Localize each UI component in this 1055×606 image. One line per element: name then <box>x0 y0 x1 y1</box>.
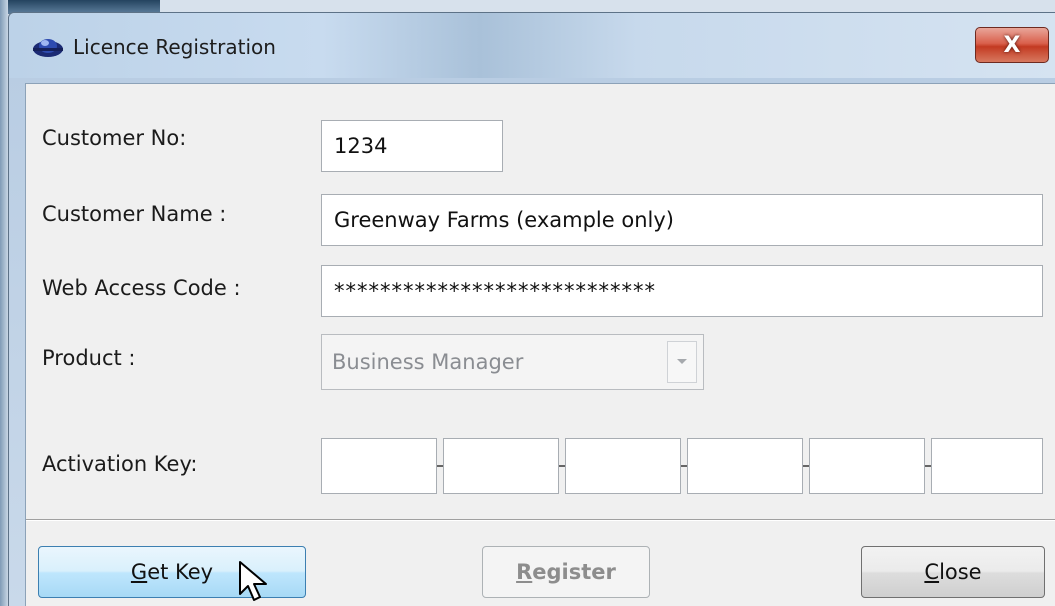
product-selected-value: Business Manager <box>332 350 524 374</box>
licence-app-icon <box>31 35 65 59</box>
web-access-code-value: **************************** <box>334 279 656 303</box>
activation-key-segment-2[interactable] <box>443 438 559 494</box>
activation-key-segment-1[interactable] <box>321 438 437 494</box>
dialog-client-area: Customer No: 1234 Customer Name : Greenw… <box>25 83 1055 606</box>
customer-name-field[interactable]: Greenway Farms (example only) <box>321 194 1043 246</box>
activation-key-segment-5[interactable] <box>809 438 925 494</box>
activation-key-segment-4[interactable] <box>687 438 803 494</box>
activation-key-segment-3[interactable] <box>565 438 681 494</box>
customer-no-label: Customer No: <box>42 126 187 150</box>
get-key-label: et Key <box>147 560 214 584</box>
product-dropdown[interactable]: Business Manager <box>321 334 704 390</box>
close-button[interactable]: Close <box>861 546 1045 598</box>
register-button[interactable]: Register <box>482 546 650 598</box>
customer-name-value: Greenway Farms (example only) <box>334 208 674 232</box>
window-title: Licence Registration <box>73 35 276 59</box>
close-window-button[interactable]: X <box>975 27 1049 63</box>
web-access-code-label: Web Access Code : <box>42 276 241 300</box>
close-icon: X <box>1003 32 1021 58</box>
register-label: egister <box>532 560 616 584</box>
customer-no-value: 1234 <box>334 134 388 158</box>
activation-key-label: Activation Key: <box>42 452 198 476</box>
customer-name-label: Customer Name : <box>42 202 227 226</box>
title-bar[interactable]: Licence Registration X <box>9 13 1055 78</box>
customer-no-field[interactable]: 1234 <box>321 120 503 172</box>
chevron-down-icon[interactable] <box>667 341 697 383</box>
licence-registration-window: Licence Registration X Customer No: 1234… <box>8 12 1055 606</box>
desktop-edge <box>0 0 8 606</box>
activation-key-segment-6[interactable] <box>931 438 1043 494</box>
close-accelerator: C <box>924 560 940 584</box>
product-label: Product : <box>42 346 136 370</box>
register-accelerator: R <box>516 560 533 584</box>
mouse-pointer-icon <box>239 561 267 601</box>
get-key-accelerator: G <box>130 560 148 584</box>
divider <box>26 519 1055 521</box>
web-access-code-field[interactable]: **************************** <box>321 265 1043 317</box>
close-label: lose <box>939 560 982 584</box>
